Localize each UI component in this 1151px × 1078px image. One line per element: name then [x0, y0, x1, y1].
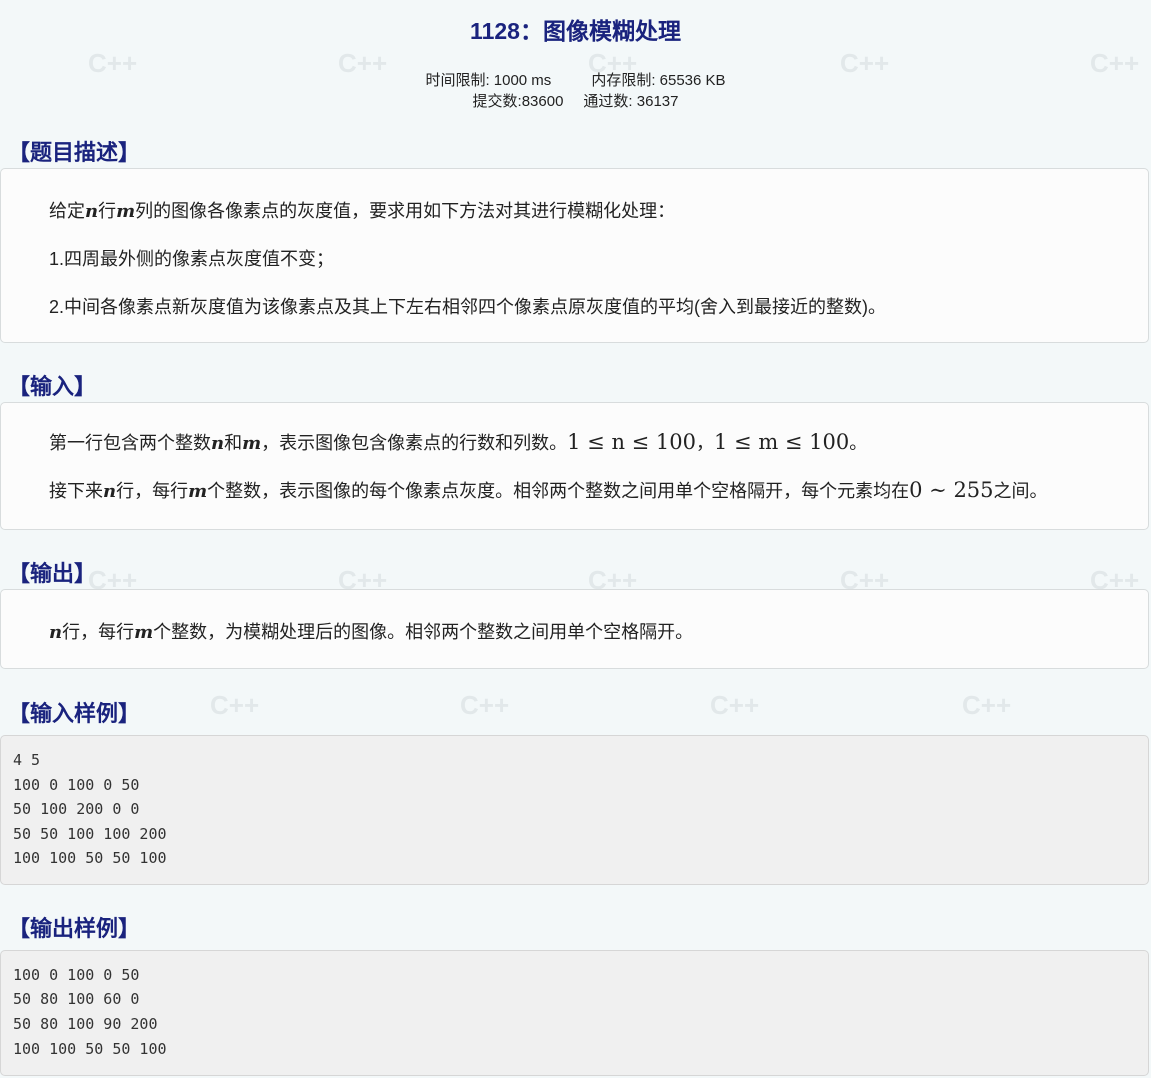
description-line-2: 1.四周最外侧的像素点灰度值不变；: [49, 249, 335, 269]
input-heading: 【输入】: [8, 374, 97, 399]
code-line: 100 0 100 0 50: [13, 966, 140, 984]
output-panel: n行，每行m个整数，为模糊处理后的图像。相邻两个整数之间用单个空格隔开。: [0, 589, 1149, 669]
text-segment: 和: [224, 433, 243, 453]
output-line-1: n行，每行m个整数，为模糊处理后的图像。相邻两个整数之间用单个空格隔开。: [49, 618, 693, 644]
math-variable: n: [103, 481, 117, 502]
description-panel: 给定n行m列的图像各像素点的灰度值，要求用如下方法对其进行模糊化处理： 1.四周…: [0, 168, 1149, 343]
text-segment: 之间。: [993, 481, 1048, 501]
problem-page: C++ C++ C++ C++ C++ C++ C++ C++ C++ C++ …: [0, 0, 1151, 1078]
sample-output-block: 100 0 100 0 50 50 80 100 60 0 50 80 100 …: [0, 950, 1149, 1076]
text-segment: 接下来: [49, 481, 103, 501]
code-line: 4 5: [13, 751, 41, 769]
code-line: 50 80 100 60 0: [13, 990, 140, 1008]
description-line-3: 2.中间各像素点新灰度值为该像素点及其上下左右相邻四个像素点原灰度值的平均(舍入…: [49, 297, 886, 317]
input-line-1: 第一行包含两个整数n和m，表示图像包含像素点的行数和列数。1 ≤ n ≤ 100…: [49, 429, 867, 455]
code-line: 100 100 50 50 100: [13, 1040, 167, 1058]
text-segment: 。: [849, 433, 868, 453]
memory-limit: 内存限制: 65536 KB: [591, 72, 726, 89]
sample-input-block: 4 5 100 0 100 0 50 50 100 200 0 0 50 50 …: [0, 735, 1149, 885]
text-segment: ，: [696, 433, 715, 453]
text-segment: 个整数，为模糊处理后的图像。相邻两个整数之间用单个空格隔开。: [153, 622, 694, 642]
sample-output-heading: 【输出样例】: [8, 916, 141, 941]
watermark-logo: C++: [460, 690, 510, 720]
text-segment: ，表示图像包含像素点的行数和列数。: [261, 433, 568, 453]
math-formula: 1 ≤ n ≤ 100: [567, 430, 697, 454]
output-heading: 【输出】: [8, 561, 97, 586]
accepted-count: 通过数: 36137: [583, 93, 679, 110]
code-line: 50 80 100 90 200: [13, 1015, 158, 1033]
text-segment: 个整数，表示图像的每个像素点灰度。相邻两个整数之间用单个空格隔开，每个元素均在: [207, 481, 910, 501]
problem-title: 1128：图像模糊处理: [470, 18, 681, 44]
math-formula: 1 ≤ m ≤ 100: [714, 430, 850, 454]
math-variable: m: [116, 201, 136, 222]
math-variable: m: [134, 622, 154, 643]
input-line-2: 接下来n行，每行m个整数，表示图像的每个像素点灰度。相邻两个整数之间用单个空格隔…: [49, 477, 1048, 503]
limits-row: 时间限制: 1000 ms 内存限制: 65536 KB: [0, 69, 1151, 90]
text-segment: 行，每行: [116, 481, 189, 501]
description-heading: 【题目描述】: [8, 140, 141, 165]
stats-row: 提交数:83600 通过数: 36137: [0, 90, 1151, 111]
code-line: 100 0 100 0 50: [13, 776, 140, 794]
math-variable: n: [211, 433, 225, 454]
watermark-logo: C++: [710, 690, 760, 720]
sample-input-heading: 【输入样例】: [8, 701, 141, 726]
code-line: 50 50 100 100 200: [13, 825, 167, 843]
math-variable: n: [85, 201, 99, 222]
text-segment: 行: [98, 201, 117, 221]
code-line: 50 100 200 0 0: [13, 800, 140, 818]
math-variable: n: [49, 622, 63, 643]
time-limit: 时间限制: 1000 ms: [425, 72, 552, 89]
math-variable: m: [188, 481, 208, 502]
watermark-logo: C++: [962, 690, 1012, 720]
input-panel: 第一行包含两个整数n和m，表示图像包含像素点的行数和列数。1 ≤ n ≤ 100…: [0, 402, 1149, 530]
math-formula: 0 ∼ 255: [909, 478, 994, 502]
text-segment: 行，每行: [62, 622, 135, 642]
math-variable: m: [242, 433, 262, 454]
watermark-logo: C++: [210, 690, 260, 720]
text-segment: 第一行包含两个整数: [49, 433, 211, 453]
code-line: 100 100 50 50 100: [13, 849, 167, 867]
text-segment: 列的图像各像素点的灰度值，要求用如下方法对其进行模糊化处理：: [135, 201, 676, 221]
description-line-1: 给定n行m列的图像各像素点的灰度值，要求用如下方法对其进行模糊化处理：: [49, 197, 675, 223]
text-segment: 给定: [49, 201, 85, 221]
submission-count: 提交数:83600: [472, 93, 564, 110]
